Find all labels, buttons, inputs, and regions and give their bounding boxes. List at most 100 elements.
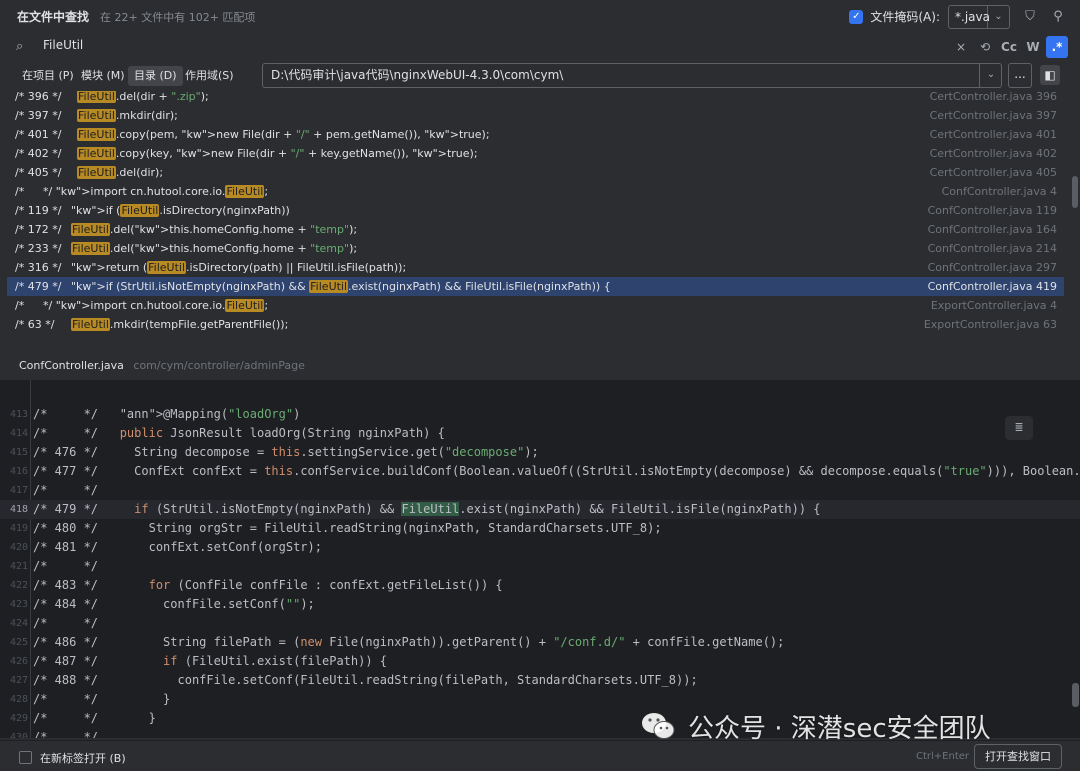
code-preview[interactable]: 413 /* */ "ann">@Mapping("loadOrg") 414 /* … — [0, 380, 1080, 738]
soft-wrap-icon[interactable]: ≣ — [1005, 416, 1033, 440]
code-text: /* 479 */ if (StrUtil.isNotEmpty(nginxPa… — [33, 502, 821, 516]
code-line[interactable]: 413 /* */ "ann">@Mapping("loadOrg") — [0, 405, 1080, 424]
result-file: ConfController.java 4 — [941, 185, 1057, 198]
directory-dropdown-icon[interactable]: ⌄ — [979, 63, 1002, 88]
code-line[interactable]: 425 /* 486 */ String filePath = (new File… — [0, 633, 1080, 652]
result-file: ConfController.java 419 — [927, 280, 1057, 293]
code-text: /* */ public JsonResult loadOrg(String n… — [33, 426, 445, 440]
result-file: CertController.java 405 — [929, 166, 1057, 179]
result-row[interactable]: /* */ "kw">import cn.hutool.core.io.FileU… — [7, 182, 1064, 201]
result-row[interactable]: /* 119 */ "kw">if (FileUtil.isDirectory(n… — [7, 201, 1064, 220]
line-number: 430 — [9, 732, 28, 738]
code-line[interactable]: 422 /* 483 */ for (ConfFile confFile : co… — [0, 576, 1080, 595]
result-code: FileUtil.mkdir(tempFile.getParentFile())… — [71, 318, 289, 331]
line-number: 421 — [9, 561, 28, 572]
result-code: FileUtil.del(dir); — [77, 166, 164, 179]
match-case-button[interactable]: Cc — [998, 36, 1020, 58]
dialog-title: 在文件中查找 — [17, 10, 90, 24]
pin-icon[interactable]: ⚲ — [1050, 9, 1066, 24]
replace-icon[interactable]: ⟲ — [974, 36, 996, 58]
search-icon[interactable]: ⌕ — [16, 39, 23, 54]
tab-scope[interactable]: 作用域(S) — [179, 66, 240, 86]
code-text: /* 486 */ String filePath = (new File(ng… — [33, 635, 785, 649]
line-number: 420 — [9, 542, 28, 553]
line-number: 427 — [9, 675, 28, 686]
code-line[interactable]: 420 /* 481 */ confExt.setConf(orgStr); — [0, 538, 1080, 557]
result-line-number: /* 405 */ — [15, 166, 62, 179]
results-list: /* 396 */ FileUtil.del(dir + ".zip"); Cert… — [0, 91, 1080, 345]
code-text: /* 481 */ confExt.setConf(orgStr); — [33, 540, 322, 554]
result-code: */ "kw">import cn.hutool.core.io.FileUti… — [43, 299, 269, 312]
results-scrollbar[interactable] — [1072, 176, 1078, 208]
result-row[interactable]: /* 63 */ FileUtil.mkdir(tempFile.getParen… — [7, 315, 1064, 334]
result-row[interactable]: /* 316 */ "kw">return (FileUtil.isDirecto… — [7, 258, 1064, 277]
line-number: 426 — [9, 656, 28, 667]
open-find-window-button[interactable]: 打开查找窗口 — [974, 744, 1062, 769]
line-number: 417 — [9, 485, 28, 496]
line-number: 413 — [9, 409, 28, 420]
result-row[interactable]: /* 233 */ FileUtil.del("kw">this.homeConf… — [7, 239, 1064, 258]
code-line[interactable]: 417 /* */ — [0, 481, 1080, 500]
tab-project[interactable]: 在项目 (P) — [16, 66, 80, 86]
code-text: /* 488 */ confFile.setConf(FileUtil.read… — [33, 673, 698, 687]
result-line-number: /* 397 */ — [15, 109, 62, 122]
directory-input[interactable]: D:\代码审计\java代码\nginxWebUI-4.3.0\com\cym\ — [262, 63, 1002, 88]
whole-word-button[interactable]: W — [1022, 36, 1044, 58]
tab-directory[interactable]: 目录 (D) — [128, 66, 183, 86]
result-code: FileUtil.mkdir(dir); — [77, 109, 178, 122]
result-code: FileUtil.copy(pem, "kw">new File(dir + "… — [77, 128, 490, 141]
line-number: 428 — [9, 694, 28, 705]
line-number: 423 — [9, 599, 28, 610]
result-row[interactable]: /* 397 */ FileUtil.mkdir(dir); CertControl… — [7, 106, 1064, 125]
result-file: CertController.java 397 — [929, 109, 1057, 122]
result-row[interactable]: /* 479 */ "kw">if (StrUtil.isNotEmpty(ngi… — [7, 277, 1064, 296]
line-number: 424 — [9, 618, 28, 629]
clear-icon[interactable]: × — [950, 36, 972, 58]
file-mask-dropdown-icon[interactable]: ⌄ — [988, 4, 1010, 29]
result-code: "kw">return (FileUtil.isDirectory(path) … — [71, 261, 407, 274]
code-line[interactable]: 427 /* 488 */ confFile.setConf(FileUtil.r… — [0, 671, 1080, 690]
code-line[interactable]: 419 /* 480 */ String orgStr = FileUtil.re… — [0, 519, 1080, 538]
result-line-number: /* — [15, 299, 25, 312]
watermark: 公众号 · 深潜sec安全团队 — [640, 705, 991, 747]
filter-icon[interactable]: ⛉ — [1022, 9, 1038, 24]
result-row[interactable]: /* 401 */ FileUtil.copy(pem, "kw">new Fil… — [7, 125, 1064, 144]
code-line[interactable]: 424 /* */ — [0, 614, 1080, 633]
regex-button[interactable]: .* — [1046, 36, 1068, 58]
preview-layout-icon[interactable]: ◧ — [1040, 65, 1060, 85]
code-text: /* 484 */ confFile.setConf(""); — [33, 597, 315, 611]
search-tools: × ⟲ Cc W .* — [948, 36, 1068, 58]
tab-module[interactable]: 模块 (M) — [75, 66, 131, 86]
preview-file-name: ConfController.java — [19, 359, 124, 372]
code-line[interactable]: 418 /* 479 */ if (StrUtil.isNotEmpty(ngin… — [0, 500, 1080, 519]
result-line-number: /* 119 */ — [15, 204, 62, 217]
search-input[interactable]: FileUtil — [43, 38, 83, 52]
code-line[interactable]: 426 /* 487 */ if (FileUtil.exist(filePath… — [0, 652, 1080, 671]
result-row[interactable]: /* 396 */ FileUtil.del(dir + ".zip"); Cert… — [7, 91, 1064, 106]
code-line[interactable]: 415 /* 476 */ String decompose = this.set… — [0, 443, 1080, 462]
new-tab-checkbox[interactable] — [19, 751, 32, 764]
wechat-logo-icon — [642, 713, 675, 739]
result-row[interactable]: /* 402 */ FileUtil.copy(key, "kw">new Fil… — [7, 144, 1064, 163]
file-mask-checkbox[interactable]: ✓ — [849, 9, 864, 24]
line-number: 422 — [9, 580, 28, 591]
result-code: FileUtil.copy(key, "kw">new File(dir + "… — [77, 147, 478, 160]
preview-header: ConfController.java com/cym/controller/a… — [0, 352, 1080, 380]
result-row[interactable]: /* 172 */ FileUtil.del("kw">this.homeConf… — [7, 220, 1064, 239]
result-row[interactable]: /* */ "kw">import cn.hutool.core.io.FileU… — [7, 296, 1064, 315]
result-line-number: /* 479 */ — [15, 280, 62, 293]
code-text: /* */ "ann">@Mapping("loadOrg") — [33, 407, 301, 421]
result-line-number: /* 396 */ — [15, 91, 62, 103]
browse-button[interactable]: ... — [1008, 63, 1032, 88]
editor-scrollbar[interactable] — [1072, 683, 1079, 707]
result-code: FileUtil.del("kw">this.homeConfig.home +… — [71, 242, 358, 255]
code-text: /* */ — [33, 616, 99, 630]
result-row[interactable]: /* 405 */ FileUtil.del(dir); CertControlle… — [7, 163, 1064, 182]
code-text: /* 483 */ for (ConfFile confFile : confE… — [33, 578, 503, 592]
code-line[interactable]: 423 /* 484 */ confFile.setConf(""); — [0, 595, 1080, 614]
code-line[interactable]: 416 /* 477 */ ConfExt confExt = this.conf… — [0, 462, 1080, 481]
code-line[interactable]: 421 /* */ — [0, 557, 1080, 576]
code-text: /* */ } — [33, 692, 171, 706]
file-mask-input[interactable]: *.java — [948, 4, 990, 29]
code-line[interactable]: 414 /* */ public JsonResult loadOrg(Strin… — [0, 424, 1080, 443]
